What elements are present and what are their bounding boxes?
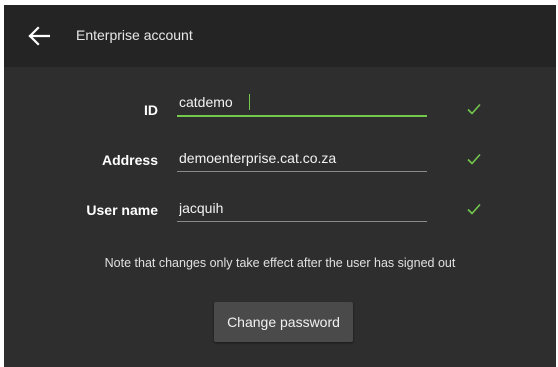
change-password-button[interactable]: Change password <box>214 302 353 342</box>
id-field[interactable] <box>177 89 427 117</box>
app-bar: Enterprise account <box>4 5 556 67</box>
sign-out-note: Note that changes only take effect after… <box>104 256 456 270</box>
check-icon <box>467 103 481 115</box>
enterprise-account-screen: Enterprise account ID Address User name … <box>4 5 556 367</box>
address-label: Address <box>101 152 158 168</box>
username-label: User name <box>86 202 158 218</box>
check-icon <box>467 153 481 165</box>
page-title: Enterprise account <box>76 27 193 43</box>
text-cursor <box>249 94 250 110</box>
address-field[interactable] <box>177 145 427 172</box>
arrow-left-icon[interactable] <box>28 26 50 46</box>
id-label: ID <box>144 102 158 118</box>
username-field[interactable] <box>177 195 427 222</box>
check-icon <box>467 203 481 215</box>
